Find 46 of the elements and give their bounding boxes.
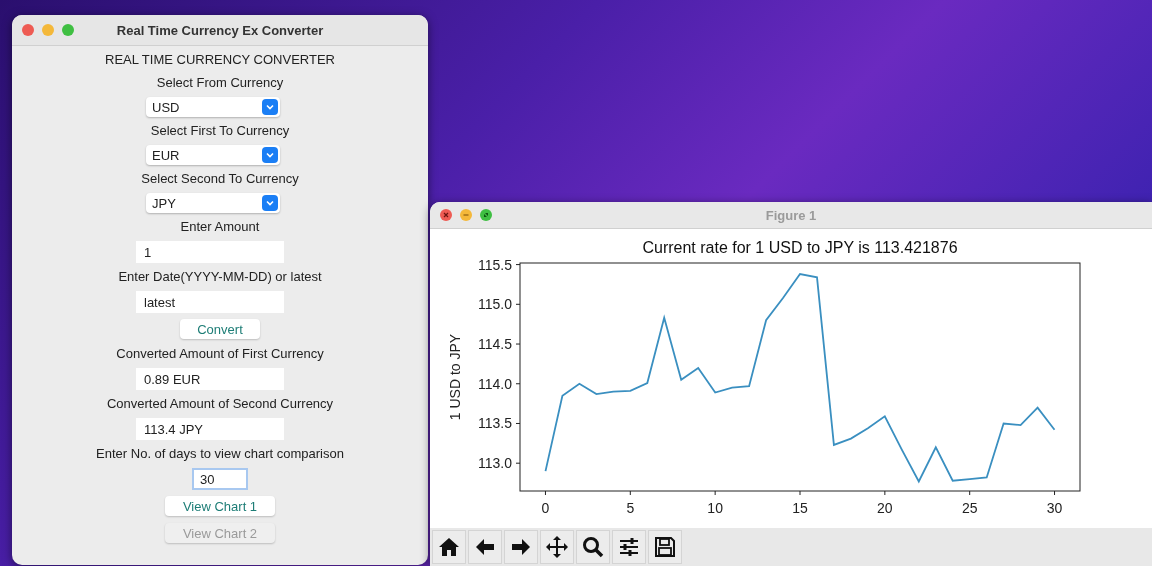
chart-title: Current rate for 1 USD to JPY is 113.421876 <box>642 239 958 256</box>
y-axis-label: 1 USD to JPY <box>447 333 463 421</box>
input-field[interactable]: 30 <box>192 468 248 490</box>
input-field[interactable]: latest <box>136 291 284 313</box>
chevron-down-icon <box>262 195 278 211</box>
home-icon[interactable] <box>432 530 466 564</box>
x-tick-label: 0 <box>541 500 550 516</box>
y-tick-label: 115.0 <box>478 296 512 313</box>
window-title: Figure 1 <box>765 207 817 223</box>
action-button[interactable]: Convert <box>180 319 260 339</box>
input-field[interactable]: 113.4 JPY <box>136 418 284 440</box>
action-button[interactable]: View Chart 1 <box>165 496 275 516</box>
field-label: Enter No. of days to view chart comparison <box>96 445 344 463</box>
field-label: Select From Currency <box>156 74 284 92</box>
field-label: Converted Amount of First Currency <box>116 345 324 363</box>
field-label: Select Second To Currency <box>141 170 299 188</box>
field-label: Select First To Currency <box>150 122 290 140</box>
chevron-down-icon <box>262 99 278 115</box>
y-tick-label: 114.5 <box>478 336 512 353</box>
x-tick-label: 30 <box>1046 500 1063 516</box>
move-arrows-icon[interactable] <box>540 530 574 564</box>
field-label: Converted Amount of Second Currency <box>106 395 334 413</box>
y-tick-label: 115.5 <box>478 256 512 273</box>
y-tick-label: 114.0 <box>478 375 512 392</box>
field-label: Enter Amount <box>180 218 260 236</box>
search-icon[interactable] <box>576 530 610 564</box>
currency-dropdown[interactable]: JPY <box>146 193 280 213</box>
maximize-button[interactable] <box>480 209 492 221</box>
currency-dropdown[interactable]: EUR <box>146 145 280 165</box>
field-label: REAL TIME CURRENCY CONVERTER <box>105 51 335 69</box>
chevron-down-icon <box>262 147 278 163</box>
close-button[interactable] <box>440 209 452 221</box>
input-field[interactable]: 0.89 EUR <box>136 368 284 390</box>
x-tick-label: 5 <box>626 500 635 516</box>
currency-dropdown[interactable]: USD <box>146 97 280 117</box>
x-tick-label: 15 <box>792 500 808 516</box>
sliders-icon[interactable] <box>612 530 646 564</box>
y-tick-label: 113.0 <box>478 455 512 472</box>
minimize-button[interactable] <box>460 209 472 221</box>
input-field[interactable]: 1 <box>136 241 284 263</box>
x-tick-label: 25 <box>961 500 978 516</box>
x-tick-label: 20 <box>877 500 893 516</box>
field-label: Enter Date(YYYY-MM-DD) or latest <box>118 268 322 286</box>
y-tick-label: 113.5 <box>478 415 512 432</box>
x-tick-label: 10 <box>707 500 723 516</box>
window-title: Real Time Currency Ex Converter <box>116 22 324 38</box>
